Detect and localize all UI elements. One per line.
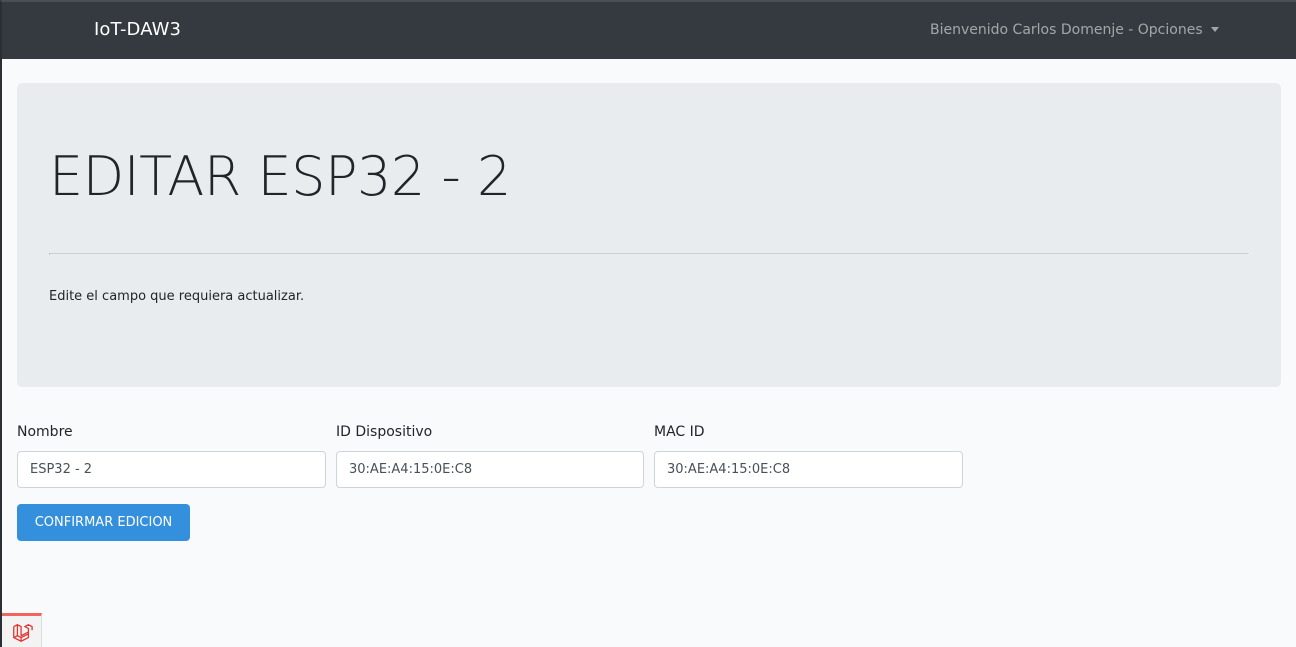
page-header-panel: EDITAR ESP32 - 2 Edite el campo que requ… (17, 83, 1281, 387)
nombre-input[interactable] (17, 451, 326, 488)
user-options-dropdown[interactable]: Bienvenido Carlos Domenje - Opciones (930, 22, 1219, 38)
page-title: EDITAR ESP32 - 2 (49, 145, 511, 208)
top-navbar: IoT-DAW3 Bienvenido Carlos Domenje - Opc… (2, 2, 1296, 59)
mac-id-label: MAC ID (654, 424, 705, 440)
page-instructions: Edite el campo que requiera actualizar. (49, 289, 305, 304)
confirm-edit-button[interactable]: CONFIRMAR EDICION (17, 504, 190, 541)
header-divider (49, 253, 1249, 255)
app-window: IoT-DAW3 Bienvenido Carlos Domenje - Opc… (0, 0, 1296, 647)
id-dispositivo-label: ID Dispositivo (336, 424, 433, 440)
id-dispositivo-input[interactable] (336, 451, 644, 488)
debugbar-toggle[interactable] (2, 613, 42, 647)
user-menu-label: Bienvenido Carlos Domenje - Opciones (930, 22, 1203, 38)
brand-link[interactable]: IoT-DAW3 (94, 19, 181, 40)
mac-id-input[interactable] (654, 451, 963, 488)
chevron-down-icon (1210, 26, 1219, 32)
nombre-label: Nombre (17, 424, 73, 440)
laravel-logo-icon (12, 623, 33, 642)
